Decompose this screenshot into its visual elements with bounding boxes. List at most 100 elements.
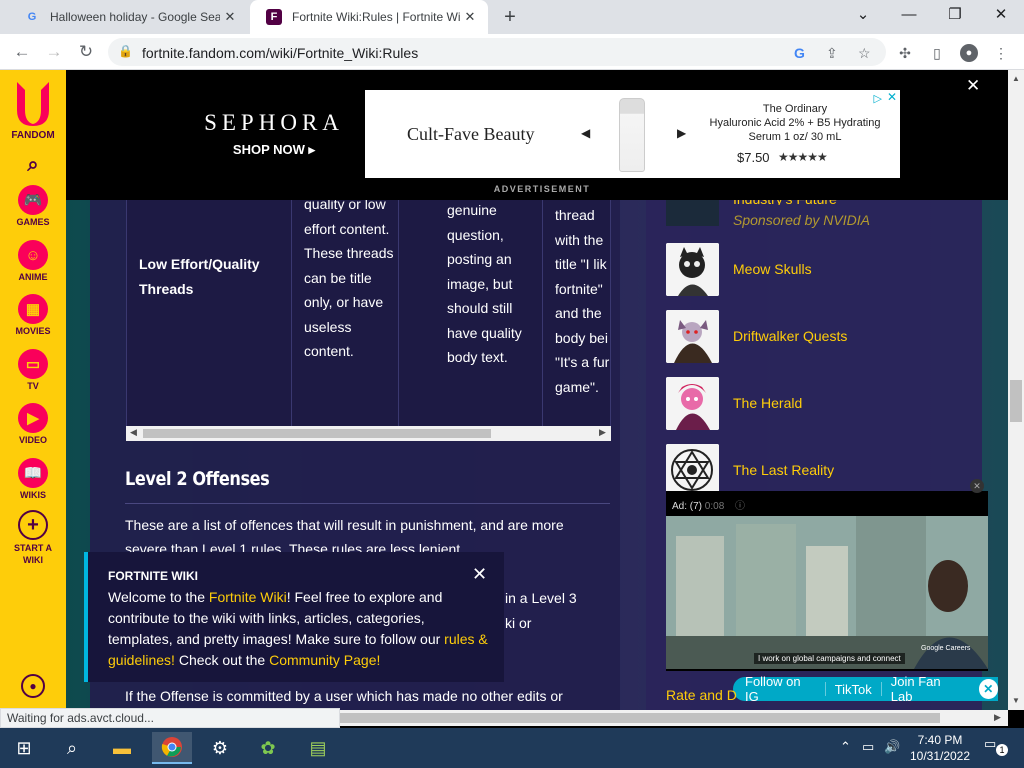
- tab-title: Halloween holiday - Google Sear: [50, 10, 220, 24]
- tab-title: Fortnite Wiki:Rules | Fortnite Wik: [292, 10, 460, 24]
- sponsored-by: Sponsored by NVIDIA: [733, 212, 870, 228]
- close-video-ad-icon[interactable]: ✕: [970, 479, 984, 493]
- fandom-logo[interactable]: FANDOM: [0, 80, 66, 141]
- herald-thumbnail: [666, 377, 719, 430]
- page-vertical-scrollbar[interactable]: ▲ ▼: [1008, 70, 1024, 710]
- reload-icon[interactable]: ↻: [74, 40, 98, 64]
- sidebar-item-label: Meow Skulls: [733, 261, 812, 277]
- movies-icon: ▦: [18, 294, 48, 324]
- product-price: $7.50: [737, 150, 770, 165]
- wikis-icon: 📖: [18, 458, 48, 488]
- sephora-logo[interactable]: SEPHORA SHOP NOW ▸: [194, 110, 354, 158]
- video-ad-player[interactable]: ✕ Ad: (7) 0:08 ⓘ I work on global campai…: [666, 479, 988, 671]
- rail-item-wikis[interactable]: 📖 WIKIS: [0, 458, 66, 500]
- rail-item-games[interactable]: 🎮 GAMES: [0, 185, 66, 227]
- tv-icon: ▭: [18, 349, 48, 379]
- side-panel-icon[interactable]: ▯: [928, 44, 946, 62]
- sidebar-item-label: Driftwalker Quests: [733, 328, 848, 344]
- info-icon[interactable]: ⓘ: [735, 501, 745, 512]
- spreadsheet-icon[interactable]: ▤: [298, 732, 338, 764]
- url-field[interactable]: 🔒 fortnite.fandom.com/wiki/Fortnite_Wiki…: [108, 38, 886, 66]
- restore-button[interactable]: ❐: [932, 0, 978, 30]
- rail-item-start-wiki[interactable]: + START A WIKI: [0, 510, 66, 566]
- close-tab-icon[interactable]: ✕: [460, 9, 480, 25]
- clock[interactable]: 7:40 PM 10/31/2022: [908, 732, 972, 764]
- extensions-icon[interactable]: ✣: [896, 44, 914, 62]
- scrollbar-thumb[interactable]: [1010, 380, 1022, 422]
- rail-item-video[interactable]: ▶ VIDEO: [0, 403, 66, 445]
- product-image: [619, 98, 645, 172]
- rail-item-movies[interactable]: ▦ MOVIES: [0, 294, 66, 336]
- shop-now-link[interactable]: SHOP NOW ▸: [194, 142, 354, 158]
- scrollbar-thumb[interactable]: [340, 713, 940, 723]
- page-horizontal-scrollbar[interactable]: ▶: [340, 710, 1008, 726]
- chrome-icon[interactable]: [152, 732, 192, 764]
- tab-bar: G Halloween holiday - Google Sear ✕ F Fo…: [0, 0, 1024, 34]
- fandom-rail: FANDOM ⌕ 🎮 GAMES ☺ ANIME ▦ MOVIES ▭ TV ▶ VIDE…: [0, 70, 66, 710]
- sidebar-item-driftwalker-quests[interactable]: Driftwalker Quests: [666, 310, 986, 364]
- carousel-prev-icon[interactable]: ◀: [581, 126, 590, 140]
- close-tab-icon[interactable]: ✕: [220, 9, 240, 25]
- video-frame[interactable]: I work on global campaigns and connect G…: [666, 516, 988, 669]
- notification-center-icon[interactable]: ▭ 1: [984, 736, 1008, 760]
- table-horizontal-scrollbar[interactable]: ◀ ▶: [126, 426, 611, 441]
- sidebar-item-the-herald[interactable]: The Herald: [666, 377, 986, 431]
- fortnite-wiki-link[interactable]: Fortnite Wiki: [209, 589, 287, 605]
- minimize-button[interactable]: —: [886, 0, 932, 30]
- user-icon: ●: [21, 674, 45, 698]
- menu-kebab-icon[interactable]: ⋮: [992, 44, 1010, 62]
- scrollbar-thumb[interactable]: [143, 429, 491, 438]
- file-explorer-icon[interactable]: ▬: [102, 732, 142, 764]
- network-icon[interactable]: ▭: [862, 739, 874, 755]
- adchoices-icon[interactable]: ▷: [874, 92, 882, 105]
- rail-item-tv[interactable]: ▭ TV: [0, 349, 66, 391]
- sponsored-thumbnail[interactable]: [666, 200, 719, 226]
- user-account-button[interactable]: ●: [0, 674, 66, 700]
- tiktok-button[interactable]: TikTok: [826, 682, 881, 697]
- search-icon[interactable]: ⌕: [52, 732, 92, 764]
- gamepad-icon: 🎮: [18, 185, 48, 215]
- volume-icon[interactable]: 🔊: [884, 739, 900, 755]
- tab-search-icon[interactable]: ⌄: [840, 0, 886, 30]
- tray-chevron-icon[interactable]: ⌃: [840, 739, 851, 755]
- ad-banner[interactable]: SEPHORA SHOP NOW ▸ Cult-Fave Beauty ◀ ▶ …: [66, 70, 1008, 200]
- meow-skulls-thumbnail: [666, 243, 719, 296]
- scroll-left-arrow[interactable]: ◀: [130, 427, 137, 438]
- scroll-right-arrow[interactable]: ▶: [599, 427, 606, 438]
- close-social-bar-icon[interactable]: ✕: [978, 679, 998, 699]
- app-icon[interactable]: ✿: [248, 732, 288, 764]
- google-lens-icon[interactable]: G: [794, 45, 805, 61]
- community-page-link[interactable]: Community Page!: [269, 652, 380, 668]
- new-tab-button[interactable]: +: [498, 5, 522, 29]
- share-icon[interactable]: ⇪: [826, 45, 838, 62]
- sidebar-bottom-link[interactable]: Rate and D: [666, 687, 737, 703]
- partial-text: in a Level 3: [505, 590, 577, 606]
- rail-item-anime[interactable]: ☺ ANIME: [0, 240, 66, 282]
- tab-google-search[interactable]: G Halloween holiday - Google Sear ✕: [8, 0, 248, 34]
- ad-product-card[interactable]: Cult-Fave Beauty ◀ ▶ The Ordinary Hyalur…: [365, 90, 900, 178]
- close-notification-icon[interactable]: ✕: [472, 564, 487, 585]
- forward-icon[interactable]: →: [42, 40, 66, 64]
- close-window-button[interactable]: ✕: [978, 0, 1024, 30]
- scroll-up-arrow[interactable]: ▲: [1012, 74, 1020, 83]
- windows-start-icon[interactable]: ⊞: [4, 732, 44, 764]
- bookmark-star-icon[interactable]: ☆: [858, 45, 871, 62]
- section-bottom-text: If the Offense is committed by a user wh…: [125, 688, 563, 704]
- back-icon[interactable]: ←: [10, 40, 34, 64]
- tab-fortnite-wiki[interactable]: F Fortnite Wiki:Rules | Fortnite Wik ✕: [250, 0, 488, 34]
- carousel-next-icon[interactable]: ▶: [677, 126, 686, 140]
- ad-close-small-icon[interactable]: ✕: [887, 90, 897, 104]
- sidebar-item-the-last-reality[interactable]: The Last Reality: [666, 444, 986, 498]
- scroll-right-arrow[interactable]: ▶: [994, 712, 1001, 723]
- close-ad-icon[interactable]: ✕: [966, 76, 980, 96]
- profile-icon[interactable]: ●: [960, 44, 978, 62]
- heading-divider: [125, 503, 610, 504]
- search-button[interactable]: ⌕: [0, 150, 66, 182]
- notification-body: Welcome to the Fortnite Wiki! Feel free …: [108, 589, 488, 668]
- sidebar-item-meow-skulls[interactable]: Meow Skulls: [666, 243, 986, 297]
- scroll-down-arrow[interactable]: ▼: [1012, 696, 1020, 705]
- join-fan-lab-button[interactable]: Join Fan Lab: [882, 674, 973, 704]
- fandom-icon: F: [266, 9, 282, 25]
- follow-instagram-button[interactable]: Follow on IG: [733, 674, 825, 704]
- settings-icon[interactable]: ⚙: [200, 732, 240, 764]
